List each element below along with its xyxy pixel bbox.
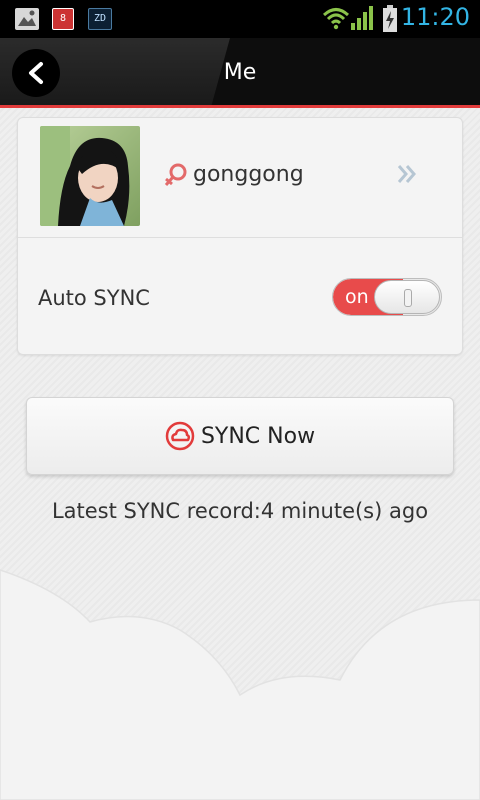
auto-sync-toggle[interactable]: on	[332, 278, 442, 316]
double-chevron-right-icon	[397, 165, 416, 183]
cloud-background-decoration	[0, 569, 480, 800]
female-gender-icon	[164, 163, 187, 186]
username: gonggong	[193, 162, 304, 187]
notification-badge-icon: 8	[52, 8, 74, 30]
status-bar: 8 ZD 11:20	[0, 0, 480, 38]
gallery-notification-icon	[15, 8, 39, 30]
toggle-grip	[404, 289, 412, 307]
sync-now-button[interactable]: SYNC Now	[26, 397, 454, 475]
divider	[18, 237, 462, 238]
title-bar: Me	[0, 38, 480, 108]
wifi-icon	[322, 8, 350, 30]
profile-card: gonggong Auto SYNC on	[17, 117, 463, 355]
sync-now-label: SYNC Now	[200, 423, 316, 449]
app-notification-icon: ZD	[88, 8, 112, 30]
toggle-state-label: on	[345, 286, 369, 308]
toggle-knob[interactable]	[374, 280, 440, 314]
profile-row[interactable]: gonggong	[18, 118, 462, 237]
avatar	[40, 126, 140, 226]
page-title: Me	[223, 60, 257, 85]
signal-strength-icon	[351, 6, 373, 30]
latest-sync-record: Latest SYNC record:4 minute(s) ago	[51, 499, 429, 523]
status-clock: 11:20	[400, 3, 470, 31]
battery-charging-icon	[383, 5, 397, 32]
auto-sync-label: Auto SYNC	[38, 286, 150, 310]
cloud-sync-icon	[165, 421, 195, 451]
